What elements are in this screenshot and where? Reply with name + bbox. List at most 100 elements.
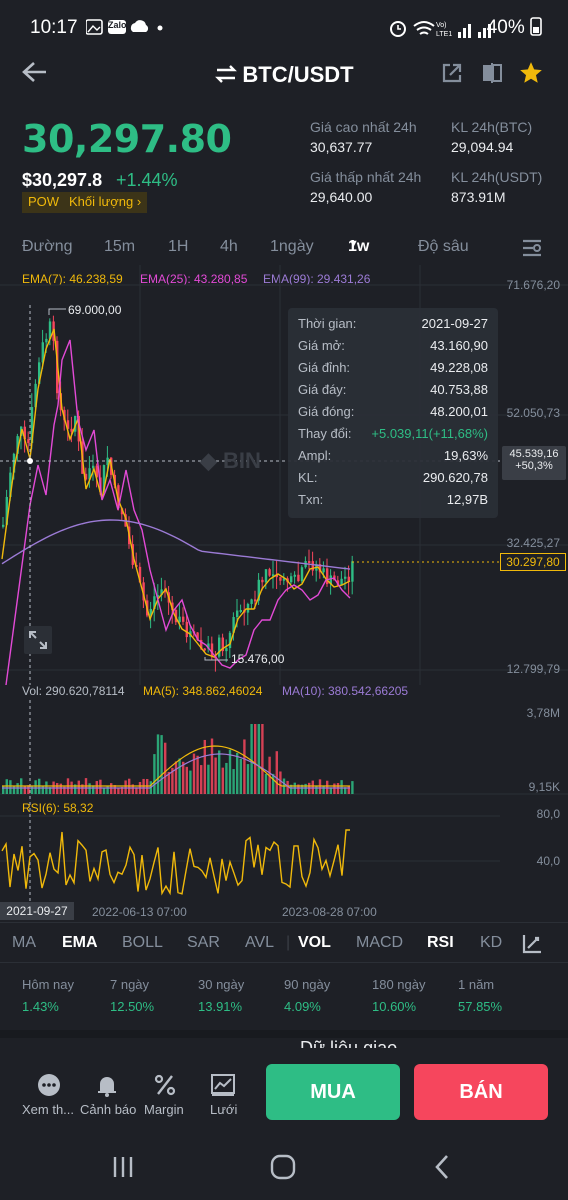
volume-bar — [275, 751, 278, 794]
volume-bar — [196, 755, 199, 794]
ind-sar[interactable]: SAR — [187, 934, 220, 952]
tooltip-row: KL: 290.620,78 — [298, 470, 488, 490]
rsi-chart[interactable] — [0, 796, 568, 920]
battery-level: 40% — [487, 16, 542, 39]
last-price: 30,297.80 — [22, 117, 232, 161]
divider — [0, 922, 568, 923]
candle-body — [300, 567, 304, 582]
candle-body — [254, 599, 257, 602]
tooltip-key: KL: — [298, 470, 318, 485]
android-nav-bar — [0, 1134, 568, 1200]
volume-bar — [124, 780, 127, 794]
tab-1day[interactable]: 1ngày — [270, 238, 314, 256]
volume-bar — [34, 780, 37, 794]
status-time: 10:17 — [30, 17, 78, 38]
back-nav-icon[interactable] — [432, 1154, 452, 1180]
volume-bar — [351, 781, 354, 794]
svg-text:LTE1: LTE1 — [436, 31, 452, 38]
volume-bar — [164, 742, 167, 794]
candle-body — [225, 648, 228, 652]
grid-chart-icon — [211, 1074, 235, 1096]
candle-body — [185, 621, 188, 638]
buy-button[interactable]: MUA — [266, 1064, 400, 1120]
candle-body — [246, 603, 250, 613]
tooltip-key: Giá đáy: — [298, 382, 347, 397]
volume-bar — [189, 770, 192, 794]
perf-period-label: 90 ngày — [284, 977, 331, 992]
volume-bar — [246, 764, 250, 794]
svg-text:Vo): Vo) — [436, 22, 447, 29]
vol-ma10-legend: MA(10): 380.542,66205 — [282, 684, 409, 698]
volume-bar — [221, 767, 224, 794]
share-icon — [442, 63, 462, 83]
volume-chart[interactable] — [0, 700, 568, 796]
tooltip-row: Giá mở: 43.160,90 — [298, 338, 488, 358]
ind-ma[interactable]: MA — [12, 934, 36, 952]
chart-settings-button[interactable] — [520, 236, 544, 265]
tab-1h[interactable]: 1H — [168, 238, 188, 256]
volume-bar — [178, 758, 181, 794]
volume-bar — [30, 785, 34, 794]
tooltip-row: Txn: 12,97B — [298, 492, 488, 512]
volume-bar — [322, 785, 325, 794]
share-button[interactable] — [440, 61, 464, 90]
perf-period-label: 1 năm — [458, 977, 495, 992]
ind-kd[interactable]: KD — [480, 934, 502, 952]
tooltip-key: Ampl: — [298, 448, 332, 463]
more-dots-icon — [38, 1074, 60, 1096]
crosshair-price: 45.539,16 — [509, 448, 559, 460]
vol-legend: Vol: 290.620,78114 — [22, 684, 125, 698]
tab-line[interactable]: Đường — [22, 238, 73, 256]
pow-tag[interactable]: POW — [22, 192, 66, 213]
volume-bar — [272, 773, 275, 794]
candle-body — [293, 574, 296, 577]
indicator-settings-button[interactable] — [520, 932, 544, 961]
tab-depth[interactable]: Độ sâu — [418, 238, 469, 256]
volume-bar — [88, 783, 91, 794]
signal-icons: Vo) LTE1 — [388, 18, 498, 46]
favorite-button[interactable] — [518, 60, 544, 91]
candle-body — [218, 637, 221, 657]
expand-icon — [29, 631, 47, 649]
perf-period-value: 13.91% — [198, 999, 243, 1014]
tooltip-value: 12,97B — [446, 492, 488, 507]
volume-tag[interactable]: Khối lượng › — [63, 192, 148, 213]
candle-body — [182, 616, 185, 622]
low-value: 29,640.00 — [310, 189, 373, 205]
ind-ema[interactable]: EMA — [62, 934, 98, 952]
volume-bar — [340, 780, 343, 794]
perf-period-value: 1.43% — [22, 999, 59, 1014]
ind-macd[interactable]: MACD — [356, 934, 403, 952]
volume-bar — [99, 779, 102, 794]
volume-bar — [250, 724, 253, 794]
ind-boll[interactable]: BOLL — [122, 934, 163, 952]
crosshair-price-label: 45.539,16 +50,3% — [502, 446, 566, 480]
high-label: Giá cao nhất 24h — [310, 119, 417, 135]
recent-apps-icon[interactable] — [110, 1154, 136, 1180]
volume-bar — [200, 765, 203, 794]
margin-button[interactable] — [152, 1072, 178, 1103]
crosshair-date-label: 2021-09-27 — [0, 902, 74, 920]
more-button[interactable] — [36, 1072, 62, 1103]
sell-button[interactable]: BÁN — [414, 1064, 548, 1120]
peak-marker — [48, 308, 66, 315]
vol-btc-value: 29,094.94 — [451, 139, 514, 155]
tab-4h[interactable]: 4h — [220, 238, 238, 256]
candle-body — [279, 577, 282, 581]
candle-body — [297, 574, 300, 582]
fullscreen-button[interactable] — [24, 626, 52, 654]
compare-button[interactable] — [480, 61, 504, 90]
candle-body — [236, 610, 239, 618]
volume-bar — [77, 780, 80, 794]
alert-button[interactable] — [94, 1072, 120, 1103]
trough-label: 15.476,00 — [231, 652, 285, 666]
tooltip-key: Giá đỉnh: — [298, 360, 351, 375]
tooltip-value: +5.039,11(+11,68%) — [371, 426, 488, 441]
grid-bot-button[interactable] — [210, 1072, 236, 1103]
tab-15m[interactable]: 15m — [104, 238, 135, 256]
ind-rsi[interactable]: RSI — [427, 934, 454, 952]
home-icon[interactable] — [268, 1154, 298, 1180]
ind-avl[interactable]: AVL — [245, 934, 274, 952]
ind-vol[interactable]: VOL — [298, 934, 331, 952]
volume-bar — [311, 780, 314, 794]
